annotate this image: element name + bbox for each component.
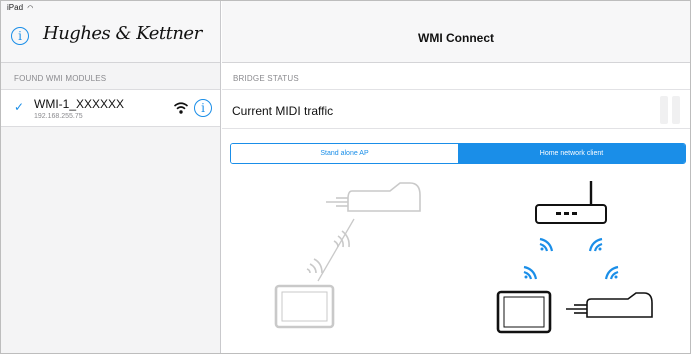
standalone-diagram [274,182,421,329]
connection-diagram [274,181,653,334]
sidebar: iPad ◠ i Hughes & Kettner FOUND WMI MODU… [1,1,221,353]
module-ip: 192.168.255.75 [34,113,83,120]
checkmark-icon: ✓ [14,100,25,114]
wmi-module-icon [326,182,421,212]
tablet-icon [496,290,552,334]
nav-bar: WMI Connect [222,1,690,63]
router-icon [535,181,607,224]
device-label: iPad [7,3,24,12]
brand-logo: Hughes & Kettner [43,23,202,44]
midi-activity-meter [658,96,688,124]
found-modules-label: FOUND WMI MODULES [14,74,107,83]
status-wifi-icon: ◠ [27,5,34,12]
info-icon[interactable]: i [11,27,29,45]
wifi-signal-icon [539,237,554,252]
midi-traffic-label: Current MIDI traffic [232,104,334,118]
sidebar-header: iPad ◠ i Hughes & Kettner [1,1,220,63]
page-title: WMI Connect [418,31,494,45]
mode-home-network-client[interactable]: Home network client [458,144,685,163]
midi-meter-bar [672,96,680,124]
module-list-item[interactable]: ✓ WMI-1_XXXXXX 192.168.255.75 i [1,89,220,127]
tablet-icon [274,284,335,329]
module-name: WMI-1_XXXXXX [34,97,125,111]
main-panel: WMI Connect BRIDGE STATUS Current MIDI t… [222,1,690,353]
wifi-signal-icon [523,265,538,280]
mode-standalone-ap[interactable]: Stand alone AP [231,144,458,163]
link-line [317,218,355,282]
status-bar: iPad ◠ [7,3,33,12]
midi-meter-bar [660,96,668,124]
wifi-icon [173,102,189,114]
wifi-signal-icon [306,258,323,274]
mode-segmented-control[interactable]: Stand alone AP Home network client [230,143,686,164]
midi-traffic-row: Current MIDI traffic [222,89,690,129]
wifi-signal-icon [604,265,619,280]
home-network-diagram [496,181,653,334]
wmi-module-icon [566,292,653,318]
wifi-signal-icon [588,237,603,252]
module-info-icon[interactable]: i [194,99,212,117]
wifi-signal-icon [333,230,350,248]
bridge-status-label: BRIDGE STATUS [233,74,299,83]
